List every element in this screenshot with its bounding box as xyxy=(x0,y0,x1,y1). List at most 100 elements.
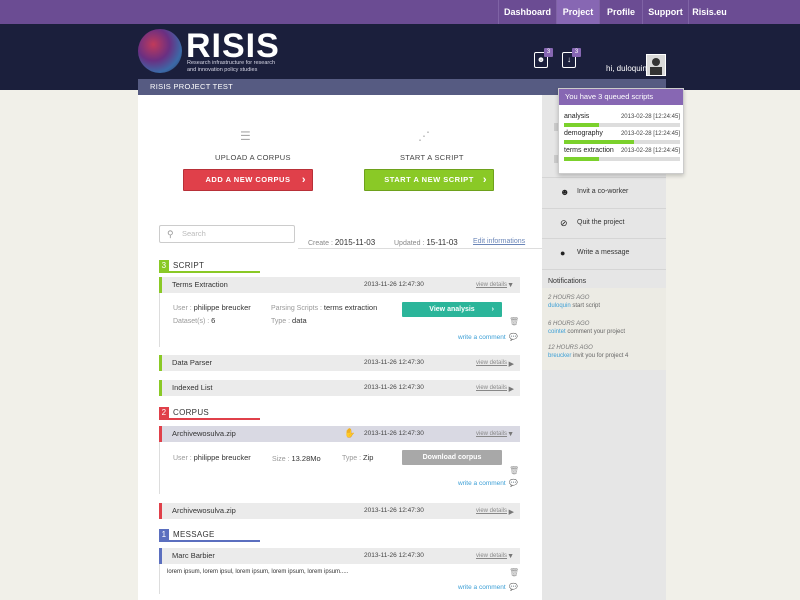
download-queue-icon[interactable]: ↓ 3 xyxy=(562,48,581,68)
trash-icon[interactable]: 🗑 xyxy=(509,317,519,326)
notif-time: 6 HOURS AGO xyxy=(548,321,590,327)
notif-time: 2 HOURS AGO xyxy=(548,295,590,301)
user-label: User : xyxy=(173,305,192,312)
corpus-count: 2 xyxy=(159,407,169,418)
search-input[interactable]: ⚲ Search xyxy=(159,225,295,243)
progress-fill xyxy=(564,123,599,127)
row-title: Marc Barbier xyxy=(172,551,215,560)
triangle-down-icon[interactable]: ▼ xyxy=(507,282,514,289)
row-title: Terms Extraction xyxy=(172,280,228,289)
view-details-link[interactable]: view details xyxy=(476,426,507,442)
view-details-link[interactable]: view details xyxy=(476,355,507,371)
write-comment-link[interactable]: write a comment xyxy=(458,334,506,341)
triangle-right-icon[interactable]: ▶ xyxy=(509,508,514,516)
nav-project[interactable]: Project xyxy=(556,0,599,24)
quit-project-item[interactable]: ⊘ Quit the project xyxy=(542,208,666,236)
download-corpus-button[interactable]: Download corpus xyxy=(402,450,502,465)
notif-user[interactable]: duloquin xyxy=(548,303,571,309)
logo-mark-icon xyxy=(138,29,182,73)
notification-item[interactable]: 12 HOURS AGO breucker invit you for proje… xyxy=(548,344,628,360)
create-label: Create : xyxy=(308,240,333,247)
divider xyxy=(542,269,666,270)
notifications-list: 2 HOURS AGO duloquin start script 6 HOURS… xyxy=(542,288,666,370)
progress-bar xyxy=(564,140,680,144)
triangle-down-icon[interactable]: ▼ xyxy=(507,553,514,560)
updated-date: 15-11-03 xyxy=(426,238,458,247)
invite-coworker-item[interactable]: ☻ Invit a co-worker xyxy=(542,177,666,205)
message-text: lorem ipsum, lorem ipsul, lorem ipsum, l… xyxy=(167,569,349,575)
size-value: 13.28Mo xyxy=(291,454,321,463)
write-comment-link[interactable]: write a comment xyxy=(458,480,506,487)
logo-tagline: Research infrastructure for research and… xyxy=(187,60,276,73)
dataset-label: Dataset(s) : xyxy=(173,318,210,325)
script-count: 3 xyxy=(159,260,169,271)
row-date: 2013-11-26 12:47:30 xyxy=(364,430,424,437)
corpus-row-2[interactable]: Archivewosulva.zip 2013-11-26 12:47:30 v… xyxy=(159,503,520,519)
start-script-label: START A NEW SCRIPT xyxy=(384,175,474,184)
chat-icon: 💬 xyxy=(509,334,518,341)
script-title: START A SCRIPT xyxy=(400,153,464,162)
edit-informations-link[interactable]: Edit informations xyxy=(473,238,525,245)
chat-icon: 💬 xyxy=(509,480,518,487)
view-analysis-label: View analysis xyxy=(429,306,475,313)
view-details-link[interactable]: view details xyxy=(476,380,507,396)
script-row-indexed[interactable]: Indexed List 2013-11-26 12:47:30 view de… xyxy=(159,380,520,396)
nav-risis-eu[interactable]: Risis.eu xyxy=(688,0,730,24)
view-analysis-button[interactable]: View analysis › xyxy=(402,302,502,317)
progress-fill xyxy=(564,140,634,144)
start-script-button[interactable]: START A NEW SCRIPT › xyxy=(364,169,494,191)
add-corpus-label: ADD A NEW CORPUS xyxy=(205,175,291,184)
triangle-down-icon[interactable]: ▼ xyxy=(507,431,514,438)
corpus-row-1[interactable]: Archivewosulva.zip ✋ 2013-11-26 12:47:30… xyxy=(159,426,520,442)
queue-count: 3 xyxy=(572,48,581,57)
write-comment-link[interactable]: write a comment xyxy=(458,584,506,591)
user-notif-icon[interactable]: ☻ 3 xyxy=(534,48,553,68)
avatar[interactable] xyxy=(646,54,666,76)
dataset-value: 6 xyxy=(211,316,216,325)
corpus-size: Size : 13.28Mo xyxy=(272,454,321,463)
notif-user[interactable]: cointet xyxy=(548,329,566,335)
queue-name: analysis xyxy=(564,113,590,120)
share-icon: ⋰ xyxy=(418,129,430,143)
row-date: 2013-11-26 12:47:30 xyxy=(364,281,424,288)
chat-icon: 💬 xyxy=(509,584,518,591)
nav-support[interactable]: Support xyxy=(642,0,688,24)
nav-dashboard[interactable]: Dashboard xyxy=(498,0,556,24)
message-row[interactable]: Marc Barbier 2013-11-26 12:47:30 view de… xyxy=(159,548,520,564)
add-corpus-button[interactable]: ADD A NEW CORPUS › xyxy=(183,169,313,191)
create-date: 2015-11-03 xyxy=(334,238,376,247)
list-icon: ☰ xyxy=(240,129,251,143)
row-title: Archivewosulva.zip xyxy=(172,429,236,438)
row-title: Indexed List xyxy=(172,383,213,392)
message-count: 1 xyxy=(159,529,169,540)
type-value: data xyxy=(292,316,307,325)
row-date: 2013-11-26 12:47:30 xyxy=(364,384,424,391)
type-label: Type : xyxy=(342,455,362,462)
notif-user[interactable]: breucker xyxy=(548,353,571,359)
trash-icon[interactable]: 🗑 xyxy=(509,466,519,475)
triangle-right-icon[interactable]: ▶ xyxy=(509,360,514,368)
queue-date: 2013-02-28 [12:24:45] xyxy=(620,114,680,120)
trash-icon[interactable]: 🗑 xyxy=(509,568,519,577)
search-placeholder: Search xyxy=(182,229,206,238)
chevron-right-icon: › xyxy=(301,174,306,186)
parsing-value: terms extraction xyxy=(323,303,378,312)
nav-profile[interactable]: Profile xyxy=(599,0,642,24)
write-message-item[interactable]: ● Write a message xyxy=(542,238,666,266)
notif-text: invit you for project 4 xyxy=(573,353,629,359)
view-details-link[interactable]: view details xyxy=(476,503,507,519)
script-row-terms[interactable]: Terms Extraction 2013-11-26 12:47:30 vie… xyxy=(159,277,520,293)
notif-time: 12 HOURS AGO xyxy=(548,345,593,351)
notif-text: start script xyxy=(572,303,601,309)
view-details-link[interactable]: view details xyxy=(476,548,507,564)
script-row-parser[interactable]: Data Parser 2013-11-26 12:47:30 view det… xyxy=(159,355,520,371)
triangle-right-icon[interactable]: ▶ xyxy=(509,385,514,393)
notification-item[interactable]: 6 HOURS AGO cointet comment your project xyxy=(548,320,625,336)
view-details-link[interactable]: view details xyxy=(476,277,507,293)
notification-item[interactable]: 2 HOURS AGO duloquin start script xyxy=(548,294,600,310)
speech-bubble-icon: ● xyxy=(560,248,566,258)
chevron-right-icon: › xyxy=(491,306,494,313)
message-detail: lorem ipsum, lorem ipsul, lorem ipsum, l… xyxy=(159,564,520,594)
hand-cursor-icon: ✋ xyxy=(344,428,356,438)
corpus-underline xyxy=(159,418,260,420)
